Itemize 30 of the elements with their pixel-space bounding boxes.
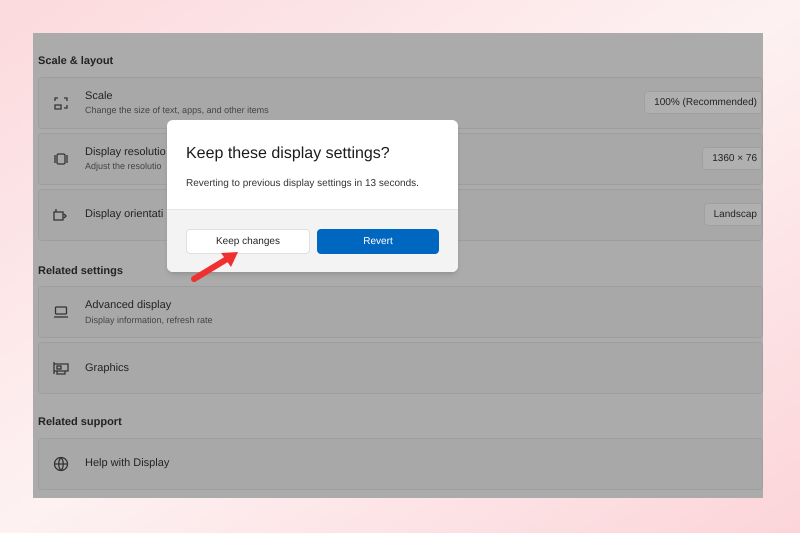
row-title: Graphics: [85, 360, 130, 376]
settings-row[interactable]: Help with Display: [38, 438, 763, 490]
section-heading: Related support: [38, 415, 122, 430]
resolution-icon: [53, 152, 69, 166]
section-heading: Scale & layout: [38, 54, 114, 69]
row-title: Display resolutio: [85, 144, 166, 160]
keep-changes-button[interactable]: Keep changes: [186, 228, 310, 254]
laptop-icon: [53, 306, 69, 318]
section-heading: Related settings: [38, 264, 123, 278]
help-globe-icon: [53, 456, 69, 472]
row-subtitle: Adjust the resolutio: [85, 160, 162, 173]
settings-row[interactable]: Advanced display Display information, refresh rate: [38, 286, 763, 338]
revert-button[interactable]: Revert: [317, 228, 439, 254]
row-title: Scale: [85, 88, 113, 104]
pointer-arrow: [191, 250, 241, 283]
graphics-card-icon: [53, 361, 69, 375]
row-title: Display orientati: [85, 207, 164, 222]
dropdown-button[interactable]: Landscap: [704, 203, 762, 226]
row-title: Help with Display: [85, 456, 170, 472]
dialog-message: Reverting to previous display settings in 13 seconds.: [186, 177, 419, 191]
row-subtitle: Display information, refresh rate: [85, 314, 213, 327]
dropdown-button[interactable]: 1360 × 76: [702, 147, 762, 170]
scale-icon: [54, 96, 68, 110]
orientation-icon: [53, 208, 69, 222]
dialog-title: Keep these display settings?: [186, 144, 390, 164]
settings-row[interactable]: Graphics: [38, 342, 763, 394]
dropdown-button[interactable]: 100% (Recommended): [644, 91, 762, 114]
settings-row[interactable]: Scale Change the size of text, apps, and other items 100% (Recommended): [38, 76, 763, 128]
row-title: Advanced display: [85, 298, 172, 313]
row-subtitle: Change the size of text, apps, and other items: [85, 104, 269, 117]
